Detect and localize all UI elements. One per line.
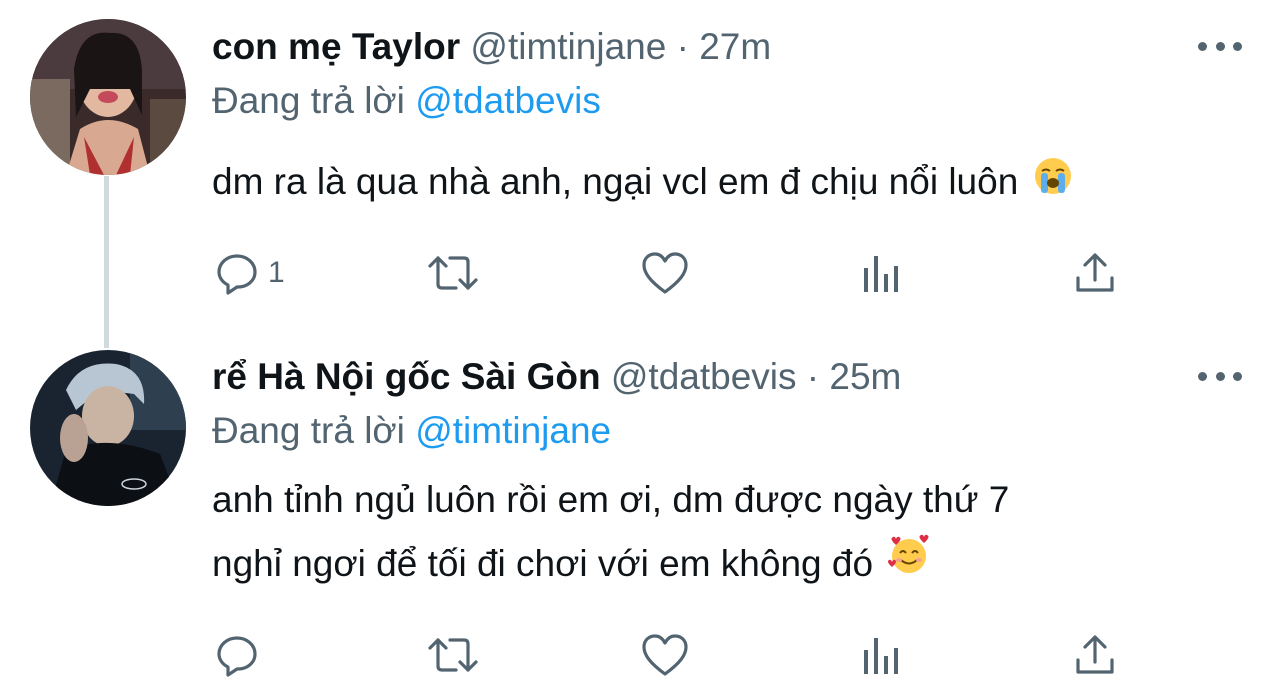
retweet-button[interactable] xyxy=(426,248,480,298)
tweet-actions: 1 xyxy=(0,248,1284,298)
tweet-header: con mẹ Taylor @timtinjane · 27m xyxy=(212,28,771,65)
user-handle[interactable]: @tdatbevis xyxy=(611,356,797,397)
loudly-crying-face-icon xyxy=(1033,152,1073,216)
separator-dot: · xyxy=(806,356,820,397)
retweet-icon xyxy=(428,256,478,290)
analytics-button[interactable] xyxy=(860,630,904,680)
share-icon xyxy=(1076,253,1114,292)
user-handle[interactable]: @timtinjane xyxy=(470,26,666,67)
display-name[interactable]: con mẹ Taylor xyxy=(212,26,460,67)
like-icon xyxy=(642,634,688,676)
like-icon xyxy=(642,252,688,294)
tweet[interactable]: rể Hà Nội gốc Sài Gòn @tdatbevis · 25m Đ… xyxy=(0,340,1284,686)
like-button[interactable] xyxy=(640,248,690,298)
tweet-header: rể Hà Nội gốc Sài Gòn @tdatbevis · 25m xyxy=(212,358,901,395)
tweet-text-line: dm ra là qua nhà anh, ngại vcl em đ chịu… xyxy=(212,161,1019,202)
share-button[interactable] xyxy=(1072,630,1118,680)
reply-button[interactable] xyxy=(214,630,268,680)
share-icon xyxy=(1076,635,1114,674)
reply-prefix: Đang trả lời xyxy=(212,410,405,451)
tweet-text-line: anh tỉnh ngủ luôn rồi em ơi, dm được ngà… xyxy=(212,479,1010,520)
reply-mention-link[interactable]: @tdatbevis xyxy=(415,80,601,121)
tweet-text-line: nghỉ ngơi để tối đi chơi với em không đó xyxy=(212,543,874,584)
analytics-button[interactable] xyxy=(860,248,904,298)
like-button[interactable] xyxy=(640,630,690,680)
timestamp[interactable]: 27m xyxy=(699,26,771,67)
retweet-button[interactable] xyxy=(426,630,480,680)
more-icon[interactable] xyxy=(1198,36,1242,56)
more-icon[interactable] xyxy=(1198,366,1242,386)
reply-button[interactable]: 1 xyxy=(214,248,285,298)
reply-prefix: Đang trả lời xyxy=(212,80,405,121)
reply-count: 1 xyxy=(268,256,285,289)
separator-dot: · xyxy=(676,26,689,67)
reply-icon xyxy=(217,636,257,677)
tweet-actions xyxy=(0,630,1284,680)
replying-to: Đang trả lời @tdatbevis xyxy=(212,80,601,122)
analytics-icon xyxy=(864,256,898,292)
share-button[interactable] xyxy=(1072,248,1118,298)
replying-to: Đang trả lời @timtinjane xyxy=(212,410,611,452)
avatar[interactable] xyxy=(30,19,186,175)
tweet[interactable]: con mẹ Taylor @timtinjane · 27m Đang trả… xyxy=(0,0,1284,340)
reply-icon xyxy=(217,254,257,295)
tweet-text: dm ra là qua nhà anh, ngại vcl em đ chịu… xyxy=(212,150,1252,216)
smiling-face-with-hearts-icon xyxy=(887,534,931,598)
tweet-text: anh tỉnh ngủ luôn rồi em ơi, dm được ngà… xyxy=(212,468,1252,598)
analytics-icon xyxy=(864,638,898,674)
retweet-icon xyxy=(428,638,478,672)
reply-mention-link[interactable]: @timtinjane xyxy=(415,410,611,451)
display-name[interactable]: rể Hà Nội gốc Sài Gòn xyxy=(212,356,601,397)
avatar[interactable] xyxy=(30,350,186,506)
timestamp[interactable]: 25m xyxy=(829,356,901,397)
